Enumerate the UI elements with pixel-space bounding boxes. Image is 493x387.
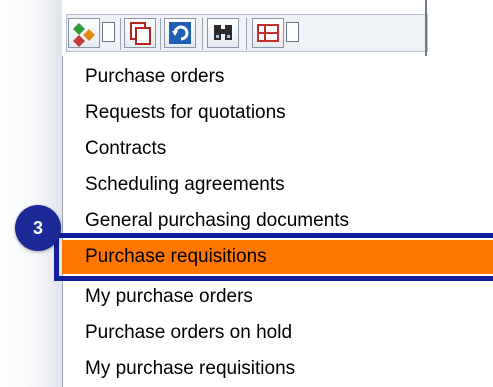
toolbar-divider bbox=[120, 18, 121, 50]
left-margin bbox=[0, 0, 62, 387]
step-number-badge: 3 bbox=[15, 205, 61, 251]
tree-structure-button[interactable] bbox=[68, 18, 100, 48]
menu-item-contracts[interactable]: Contracts bbox=[62, 132, 493, 166]
menu-item-general-purchasing-documents[interactable]: General purchasing documents bbox=[62, 204, 493, 238]
menu-item-purchase-orders[interactable]: Purchase orders bbox=[62, 60, 493, 94]
toolbar bbox=[62, 0, 493, 56]
refresh-button[interactable] bbox=[164, 18, 196, 48]
toolbar-divider bbox=[160, 18, 161, 50]
menu-item-purchase-orders-on-hold[interactable]: Purchase orders on hold bbox=[62, 316, 493, 350]
toolbar-divider bbox=[202, 18, 203, 50]
menu-item-my-purchase-requisitions[interactable]: My purchase requisitions bbox=[62, 352, 493, 386]
layout-grid-icon bbox=[257, 24, 279, 42]
find-icon bbox=[214, 25, 232, 40]
toolbar-divider bbox=[246, 18, 247, 50]
find-button[interactable] bbox=[207, 18, 239, 48]
layout-options-dropdown[interactable] bbox=[286, 22, 299, 42]
menu-item-purchase-requisitions[interactable]: Purchase requisitions bbox=[62, 240, 493, 274]
copy-button[interactable] bbox=[124, 18, 156, 48]
tree-structure-icon bbox=[73, 23, 95, 47]
toolbar-edge bbox=[425, 0, 427, 56]
layout-grid-button[interactable] bbox=[252, 18, 284, 48]
menu-item-scheduling-agreements[interactable]: Scheduling agreements bbox=[62, 168, 493, 202]
menu-item-my-purchase-orders[interactable]: My purchase orders bbox=[62, 280, 493, 314]
tree-options-dropdown[interactable] bbox=[102, 22, 115, 42]
menu-item-requests-for-quotations[interactable]: Requests for quotations bbox=[62, 96, 493, 130]
copy-icon bbox=[130, 22, 151, 45]
refresh-icon bbox=[169, 22, 191, 44]
